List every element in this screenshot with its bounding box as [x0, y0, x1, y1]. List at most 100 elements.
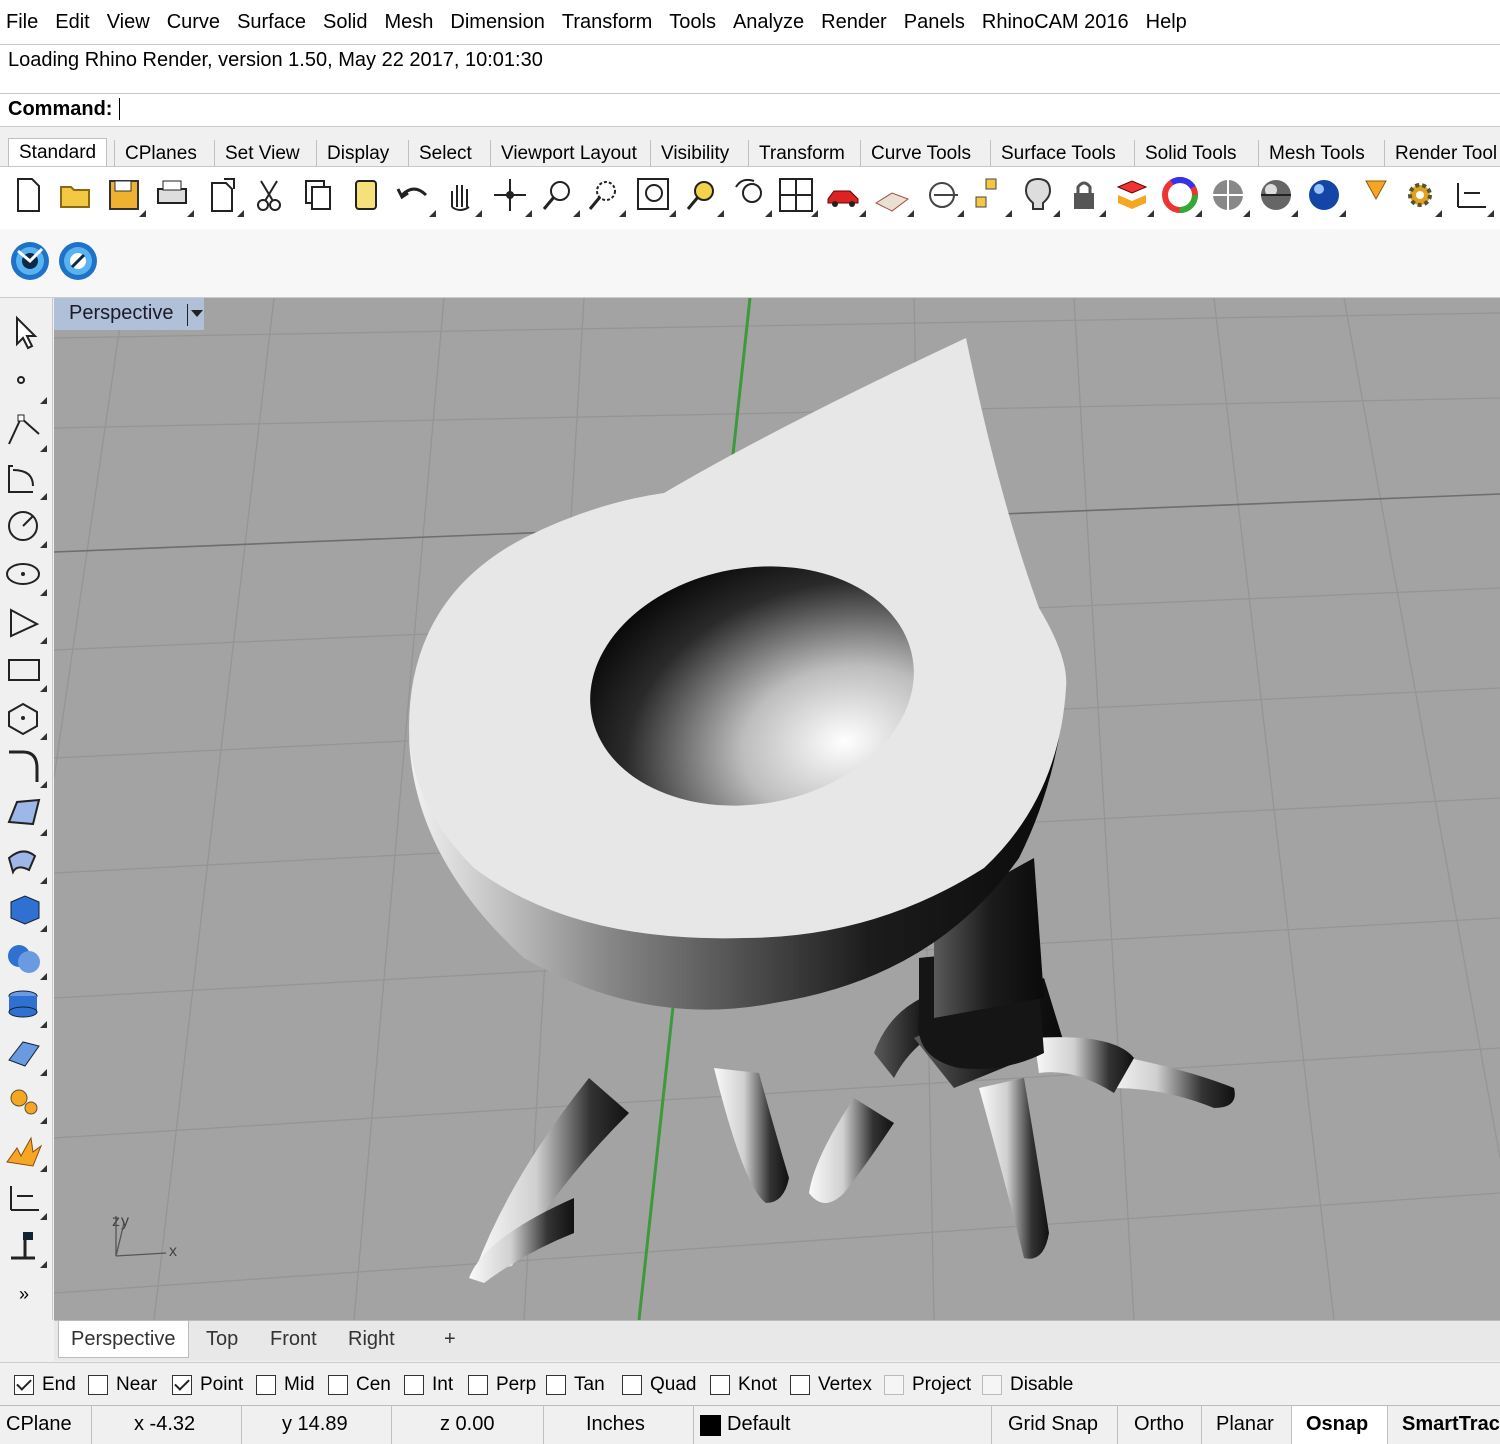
light-icon[interactable]: [1016, 173, 1060, 217]
osnap-checkbox[interactable]: [710, 1375, 730, 1395]
perspective-viewport[interactable]: z y x: [54, 298, 1500, 1320]
lock-icon[interactable]: [1062, 173, 1106, 217]
copy-icon[interactable]: [296, 173, 340, 217]
menu-item-surface[interactable]: Surface: [231, 11, 317, 34]
point-icon[interactable]: [3, 360, 47, 404]
toolbar-tab-mesh-tools[interactable]: Mesh Tools: [1258, 140, 1375, 168]
paste-icon[interactable]: [344, 173, 388, 217]
four-viewports-icon[interactable]: [774, 173, 818, 217]
menu-item-view[interactable]: View: [101, 11, 161, 34]
toolbar-tab-surface-tools[interactable]: Surface Tools: [990, 140, 1126, 168]
osnap-int[interactable]: Int: [404, 1373, 453, 1397]
save-icon[interactable]: [102, 173, 146, 217]
osnap-checkbox[interactable]: [88, 1375, 108, 1395]
zoom-icon[interactable]: [536, 173, 580, 217]
rhino-render-settings-icon[interactable]: [56, 239, 100, 283]
transform-icon[interactable]: [3, 1080, 47, 1124]
undo-icon[interactable]: [392, 173, 436, 217]
osnap-end[interactable]: End: [14, 1373, 76, 1397]
osnap-disable[interactable]: Disable: [982, 1373, 1073, 1397]
curve-icon[interactable]: [3, 456, 47, 500]
toolbar-tab-select[interactable]: Select: [408, 140, 482, 168]
viewport-menu-dropdown-icon[interactable]: [191, 310, 203, 317]
more-icon[interactable]: »: [3, 1274, 47, 1318]
menu-item-edit[interactable]: Edit: [49, 11, 100, 34]
osnap-checkbox[interactable]: [622, 1375, 642, 1395]
cylinder-icon[interactable]: [3, 984, 47, 1028]
command-input[interactable]: [118, 96, 1492, 124]
toolbar-tab-viewport-layout[interactable]: Viewport Layout: [490, 140, 647, 168]
osnap-cen[interactable]: Cen: [328, 1373, 391, 1397]
status-planar[interactable]: Planar: [1202, 1406, 1292, 1444]
status-cplane[interactable]: CPlane: [0, 1406, 92, 1444]
status-ortho[interactable]: Ortho: [1118, 1406, 1202, 1444]
menu-item-panels[interactable]: Panels: [898, 11, 976, 34]
osnap-checkbox[interactable]: [546, 1375, 566, 1395]
osnap-project[interactable]: Project: [884, 1373, 971, 1397]
rhino-render-icon[interactable]: [8, 239, 52, 283]
view-tab-top[interactable]: Top: [194, 1321, 250, 1357]
view-tab-right[interactable]: Right: [336, 1321, 407, 1357]
polyline-icon[interactable]: [3, 408, 47, 452]
osnap-mid[interactable]: Mid: [256, 1373, 315, 1397]
menu-item-transform[interactable]: Transform: [556, 11, 663, 34]
analyze-icon[interactable]: [3, 1224, 47, 1268]
open-icon[interactable]: [55, 173, 99, 217]
zoom-extents-icon[interactable]: [632, 173, 676, 217]
status-osnap[interactable]: Osnap: [1292, 1406, 1388, 1444]
import-icon[interactable]: [200, 173, 244, 217]
osnap-knot[interactable]: Knot: [710, 1373, 777, 1397]
view-tab-perspective[interactable]: Perspective: [58, 1321, 189, 1358]
osnap-checkbox[interactable]: [790, 1375, 810, 1395]
status-layer[interactable]: Default: [694, 1406, 992, 1444]
render-tool-icon[interactable]: [1358, 173, 1402, 217]
undo-view-icon[interactable]: [728, 173, 772, 217]
osnap-point[interactable]: Point: [172, 1373, 243, 1397]
menu-item-tools[interactable]: Tools: [663, 11, 727, 34]
shaded-sphere-icon[interactable]: [1206, 173, 1250, 217]
render-sphere-icon[interactable]: [1302, 173, 1346, 217]
osnap-checkbox[interactable]: [468, 1375, 488, 1395]
menu-item-solid[interactable]: Solid: [317, 11, 378, 34]
surface-icon[interactable]: [3, 792, 47, 836]
cplane-icon[interactable]: [920, 173, 964, 217]
osnap-checkbox[interactable]: [982, 1375, 1002, 1395]
zoom-selected-icon[interactable]: [680, 173, 724, 217]
car-icon[interactable]: [822, 173, 866, 217]
view-tab-front[interactable]: Front: [258, 1321, 329, 1357]
explode-icon[interactable]: [3, 1128, 47, 1172]
layer-icon[interactable]: [1110, 173, 1154, 217]
dimension-icon[interactable]: [1450, 173, 1494, 217]
menu-item-analyze[interactable]: Analyze: [727, 11, 815, 34]
osnap-quad[interactable]: Quad: [622, 1373, 696, 1397]
toolbar-tab-curve-tools[interactable]: Curve Tools: [860, 140, 981, 168]
osnap-near[interactable]: Near: [88, 1373, 157, 1397]
settings-gear-icon[interactable]: [1398, 173, 1442, 217]
osnap-checkbox[interactable]: [256, 1375, 276, 1395]
cut-icon[interactable]: [247, 173, 291, 217]
print-icon[interactable]: [150, 173, 194, 217]
osnap-checkbox[interactable]: [884, 1375, 904, 1395]
menu-item-file[interactable]: File: [0, 11, 49, 34]
fillet-icon[interactable]: [3, 744, 47, 788]
polygon-icon[interactable]: [3, 696, 47, 740]
osnap-perp[interactable]: Perp: [468, 1373, 536, 1397]
toolbar-tab-transform[interactable]: Transform: [748, 140, 855, 168]
osnap-tan[interactable]: Tan: [546, 1373, 605, 1397]
plane-icon[interactable]: [3, 1032, 47, 1076]
rotate-view-icon[interactable]: [488, 173, 532, 217]
menu-item-mesh[interactable]: Mesh: [378, 11, 444, 34]
osnap-checkbox[interactable]: [328, 1375, 348, 1395]
zoom-window-icon[interactable]: [582, 173, 626, 217]
rendered-sphere-icon[interactable]: [1254, 173, 1298, 217]
grid-icon[interactable]: [870, 173, 914, 217]
menu-item-help[interactable]: Help: [1140, 11, 1198, 34]
menu-item-dimension[interactable]: Dimension: [444, 11, 555, 34]
box-icon[interactable]: [3, 888, 47, 932]
toolbar-tab-set-view[interactable]: Set View: [214, 140, 310, 168]
osnap-checkbox[interactable]: [14, 1375, 34, 1395]
select-arrow-icon[interactable]: [3, 310, 47, 354]
osnap-vertex[interactable]: Vertex: [790, 1373, 872, 1397]
boolean-icon[interactable]: [3, 936, 47, 980]
points-icon[interactable]: [968, 173, 1012, 217]
